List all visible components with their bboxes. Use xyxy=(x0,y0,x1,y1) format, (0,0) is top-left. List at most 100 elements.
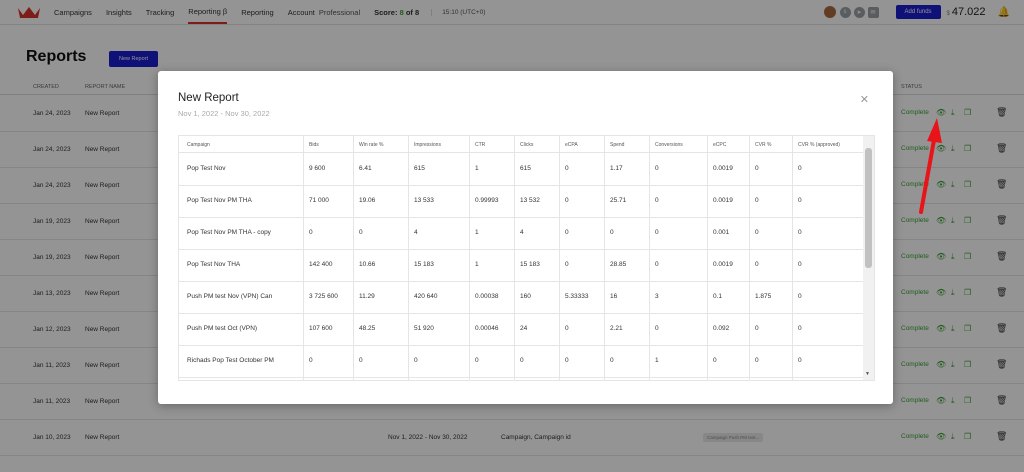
col-header[interactable]: eCPA xyxy=(565,142,578,148)
table-cell: 0 xyxy=(359,229,363,236)
scroll-down-icon[interactable]: ▼ xyxy=(865,371,870,377)
table-cell: 0 xyxy=(359,357,363,364)
cell-campaign: Pop Test Nov PM THA xyxy=(187,197,252,204)
cell-campaign: Pop Test Nov xyxy=(187,165,226,172)
table-cell: 0 xyxy=(655,229,659,236)
table-cell: 1 xyxy=(475,165,479,172)
table-row: Pop Test Nov 9 600 6.41 615 1 615 0 1.17 0 0.0019… xyxy=(179,153,863,186)
table-cell: 0 xyxy=(755,325,759,332)
table-cell: 0.092 xyxy=(713,325,730,332)
cell-campaign: Push PM test Nov (VPN) Can xyxy=(187,293,273,300)
table-cell: 0 xyxy=(755,197,759,204)
table-cell: 0.00038 xyxy=(475,293,499,300)
column-divider xyxy=(353,136,354,380)
table-cell: 51 920 xyxy=(414,325,434,332)
table-cell: 0.0019 xyxy=(713,261,733,268)
table-cell: 1.17 xyxy=(610,165,623,172)
table-cell: 160 xyxy=(520,293,531,300)
column-divider xyxy=(749,136,750,380)
table-cell: 615 xyxy=(520,165,531,172)
table-cell: 0 xyxy=(798,357,802,364)
column-divider xyxy=(408,136,409,380)
column-divider xyxy=(559,136,560,380)
col-header[interactable]: Campaign xyxy=(187,142,210,148)
col-header[interactable]: Spend xyxy=(610,142,624,148)
table-cell: 0 xyxy=(655,165,659,172)
col-header[interactable]: CTR xyxy=(475,142,485,148)
report-table-header: Campaign Bids Win rate % Impressions CTR Clic… xyxy=(179,136,863,153)
table-cell: 0 xyxy=(655,261,659,268)
table-cell: 9 600 xyxy=(309,165,326,172)
report-table: Campaign Bids Win rate % Impressions CTR Clic… xyxy=(178,135,875,381)
table-row: Push PM test Oct (VPN) 107 600 48.25 51 920… xyxy=(179,313,863,346)
column-divider xyxy=(792,136,793,380)
table-cell: 0.00046 xyxy=(475,325,499,332)
report-modal: New Report Nov 1, 2022 - Nov 30, 2022 ✕ … xyxy=(158,71,893,404)
table-cell: 3 xyxy=(655,293,659,300)
table-cell: 0.001 xyxy=(713,229,730,236)
col-header[interactable]: Conversions xyxy=(655,142,683,148)
table-cell: 5.33333 xyxy=(565,293,589,300)
column-divider xyxy=(707,136,708,380)
column-divider xyxy=(303,136,304,380)
table-cell: 6.41 xyxy=(359,165,372,172)
table-cell: 13 533 xyxy=(414,197,434,204)
table-cell: 25.71 xyxy=(610,197,627,204)
table-cell: 48.25 xyxy=(359,325,376,332)
column-divider xyxy=(604,136,605,380)
modal-title: New Report xyxy=(178,92,239,104)
table-cell: 0 xyxy=(309,357,313,364)
table-cell: 1 xyxy=(475,229,479,236)
col-header[interactable]: CVR % xyxy=(755,142,771,148)
close-icon[interactable]: ✕ xyxy=(860,93,869,106)
col-header[interactable]: Bids xyxy=(309,142,319,148)
table-cell: 1 xyxy=(475,261,479,268)
table-cell: 1 xyxy=(655,357,659,364)
table-cell: 0 xyxy=(475,357,479,364)
table-row: Push PM test Nov (VPN) Can 3 725 600 11.29… xyxy=(179,281,863,314)
table-cell: 615 xyxy=(414,165,425,172)
table-cell: 0 xyxy=(755,165,759,172)
table-cell: 0 xyxy=(755,229,759,236)
col-header[interactable]: Win rate % xyxy=(359,142,383,148)
table-cell: 10.66 xyxy=(359,261,376,268)
table-cell: 2.21 xyxy=(610,325,623,332)
table-cell: 19.06 xyxy=(359,197,376,204)
table-cell: 0 xyxy=(755,261,759,268)
table-cell: 15 183 xyxy=(414,261,434,268)
table-cell: 0 xyxy=(798,293,802,300)
table-cell: 0 xyxy=(520,357,524,364)
table-cell: 0 xyxy=(565,357,569,364)
scrollbar-thumb[interactable] xyxy=(865,148,872,268)
scrollbar[interactable]: ▼ xyxy=(863,136,874,380)
table-cell: 0.0019 xyxy=(713,165,733,172)
table-cell: 0 xyxy=(610,357,614,364)
table-row: Pop Test Nov PM THA 71 000 19.06 13 533 0.99… xyxy=(179,185,863,218)
table-cell: 0 xyxy=(798,197,802,204)
table-cell: 0 xyxy=(414,357,418,364)
cell-campaign: Pop Test Nov THA xyxy=(187,261,241,268)
table-cell: 4 xyxy=(414,229,418,236)
table-cell: 0 xyxy=(610,229,614,236)
table-row: Pop Test Nov PM THA - copy 0 0 4 1 4 0 0 0 0.001 0… xyxy=(179,217,863,250)
table-cell: 4 xyxy=(520,229,524,236)
col-header[interactable]: eCPC xyxy=(713,142,726,148)
cell-campaign: Pop Test Nov PM THA - copy xyxy=(187,229,271,236)
col-header[interactable]: Impressions xyxy=(414,142,441,148)
table-cell: 1.875 xyxy=(755,293,772,300)
column-divider xyxy=(469,136,470,380)
table-cell: 0 xyxy=(798,229,802,236)
table-cell: 0 xyxy=(755,357,759,364)
table-cell: 0 xyxy=(565,325,569,332)
col-header[interactable]: Clicks xyxy=(520,142,533,148)
table-cell: 15 183 xyxy=(520,261,540,268)
table-cell: 16 xyxy=(610,293,618,300)
table-cell: 0 xyxy=(309,229,313,236)
table-cell: 0 xyxy=(713,357,717,364)
col-header[interactable]: CVR % (approved) xyxy=(798,142,840,148)
table-cell: 420 640 xyxy=(414,293,438,300)
table-cell: 71 000 xyxy=(309,197,329,204)
column-divider xyxy=(514,136,515,380)
cell-campaign: Push PM test Oct (VPN) xyxy=(187,325,258,332)
table-cell: 28.85 xyxy=(610,261,627,268)
